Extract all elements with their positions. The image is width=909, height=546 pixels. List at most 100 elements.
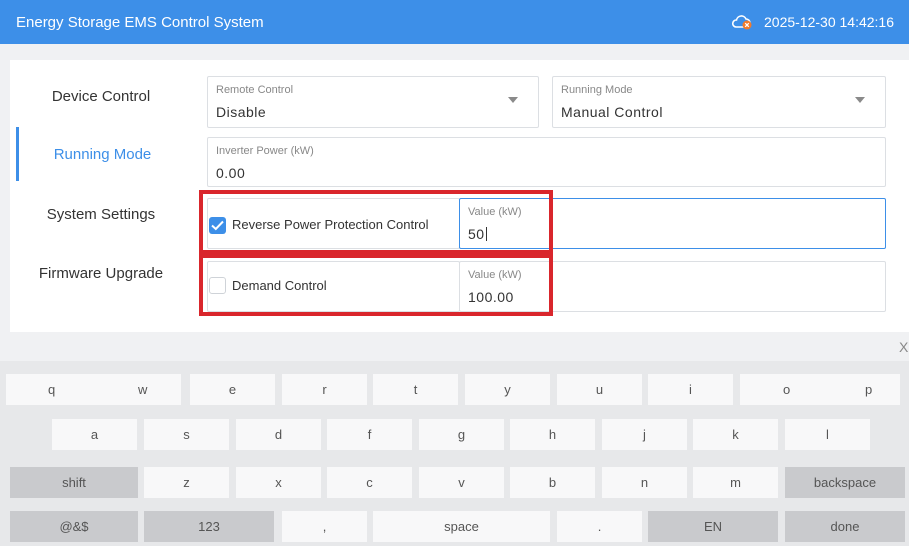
sidebar-item-running-mode[interactable]: Running Mode <box>16 127 186 181</box>
check-icon <box>211 220 224 231</box>
keyboard-close-button[interactable]: X <box>899 339 908 355</box>
key-k[interactable]: k <box>693 419 778 450</box>
reverse-power-value-input[interactable]: Value (kW) 50 <box>459 198 886 249</box>
key-m[interactable]: m <box>693 467 778 498</box>
space-key[interactable]: space <box>373 511 550 542</box>
key-label: k <box>732 427 739 442</box>
chevron-down-icon <box>508 97 518 103</box>
key-label: w <box>138 382 148 397</box>
key-label: r <box>322 382 327 397</box>
key-label: shift <box>62 475 86 490</box>
sidebar-item-label: Device Control <box>51 87 151 105</box>
key-s[interactable]: s <box>144 419 229 450</box>
key-label: c <box>366 475 373 490</box>
key-label: j <box>643 427 646 442</box>
reverse-power-value: 50 <box>468 226 487 242</box>
language-key[interactable]: EN <box>648 511 778 542</box>
key-label: EN <box>703 519 723 534</box>
datetime: 2025-12-30 14:42:16 <box>764 14 894 30</box>
key-label: h <box>548 427 557 442</box>
key-label: o <box>783 382 791 397</box>
done-key[interactable]: done <box>785 511 905 542</box>
key-v[interactable]: v <box>419 467 504 498</box>
inverter-power-field[interactable]: Inverter Power (kW) 0.00 <box>207 137 886 187</box>
demand-control-checkbox[interactable] <box>209 277 226 294</box>
key-y[interactable]: y <box>465 374 550 405</box>
key-label: e <box>228 382 237 397</box>
period-key[interactable]: . <box>557 511 642 542</box>
remote-control-select[interactable]: Remote Control Disable <box>207 76 539 128</box>
key-label: backspace <box>813 475 877 490</box>
app-title: Energy Storage EMS Control System <box>16 14 264 31</box>
key-label: q <box>48 382 56 397</box>
key-u[interactable]: u <box>557 374 642 405</box>
key-o-p[interactable]: o p <box>740 374 900 405</box>
key-label: s <box>183 427 190 442</box>
key-a[interactable]: a <box>52 419 137 450</box>
key-label: , <box>322 519 327 534</box>
reverse-power-label: Reverse Power Protection Control <box>232 217 429 232</box>
running-mode-label: Running Mode <box>561 84 633 96</box>
key-e[interactable]: e <box>190 374 275 405</box>
key-label: g <box>457 427 466 442</box>
sidebar-item-label: Firmware Upgrade <box>38 264 164 282</box>
chevron-down-icon <box>855 97 865 103</box>
key-label: p <box>865 382 873 397</box>
backspace-key[interactable]: backspace <box>785 467 905 498</box>
shift-key[interactable]: shift <box>10 467 138 498</box>
key-label: . <box>597 519 602 534</box>
key-r[interactable]: r <box>282 374 367 405</box>
key-n[interactable]: n <box>602 467 687 498</box>
top-bar: Energy Storage EMS Control System 2025-1… <box>0 0 909 44</box>
key-label: t <box>413 382 418 397</box>
key-label: x <box>275 475 282 490</box>
key-label: @&$ <box>59 519 89 534</box>
key-label: l <box>826 427 829 442</box>
demand-control-label: Demand Control <box>232 278 327 293</box>
demand-value-input[interactable]: Value (kW) 100.00 <box>459 261 886 312</box>
sidebar-item-firmware-upgrade[interactable]: Firmware Upgrade <box>16 246 186 300</box>
key-q-w[interactable]: q w <box>6 374 181 405</box>
key-label: u <box>595 382 604 397</box>
key-h[interactable]: h <box>510 419 595 450</box>
sidebar-item-label: Running Mode <box>53 145 152 163</box>
reverse-power-checkbox[interactable] <box>209 217 226 234</box>
key-f[interactable]: f <box>327 419 412 450</box>
key-label: 123 <box>198 519 220 534</box>
sidebar-item-system-settings[interactable]: System Settings <box>16 187 186 241</box>
key-label: v <box>458 475 465 490</box>
demand-value-label: Value (kW) <box>468 269 522 281</box>
key-label: a <box>90 427 99 442</box>
numbers-key[interactable]: 123 <box>144 511 274 542</box>
key-c[interactable]: c <box>327 467 412 498</box>
text-cursor <box>485 227 487 241</box>
key-j[interactable]: j <box>602 419 687 450</box>
key-label: f <box>367 427 372 442</box>
key-label: b <box>548 475 557 490</box>
key-label: i <box>689 382 692 397</box>
cloud-offline-icon <box>731 13 753 31</box>
running-mode-select[interactable]: Running Mode Manual Control <box>552 76 886 128</box>
key-d[interactable]: d <box>236 419 321 450</box>
key-label: done <box>830 519 860 534</box>
key-b[interactable]: b <box>510 467 595 498</box>
key-z[interactable]: z <box>144 467 229 498</box>
symbols-key[interactable]: @&$ <box>10 511 138 542</box>
key-label: m <box>730 475 741 490</box>
key-x[interactable]: x <box>236 467 321 498</box>
demand-value: 100.00 <box>468 289 514 305</box>
inverter-power-value: 0.00 <box>216 165 246 181</box>
key-t[interactable]: t <box>373 374 458 405</box>
key-label: d <box>274 427 283 442</box>
comma-key[interactable]: , <box>282 511 367 542</box>
key-label: space <box>444 519 479 534</box>
on-screen-keyboard: q w e r t y u i o p a s d f g h j k l sh… <box>0 361 909 546</box>
running-mode-value: Manual Control <box>561 104 663 120</box>
key-i[interactable]: i <box>648 374 733 405</box>
sidebar-item-label: System Settings <box>46 205 156 223</box>
sidebar-item-device-control[interactable]: Device Control <box>16 69 186 123</box>
key-g[interactable]: g <box>419 419 504 450</box>
key-l[interactable]: l <box>785 419 870 450</box>
remote-control-label: Remote Control <box>216 84 294 96</box>
inverter-power-label: Inverter Power (kW) <box>216 145 314 157</box>
